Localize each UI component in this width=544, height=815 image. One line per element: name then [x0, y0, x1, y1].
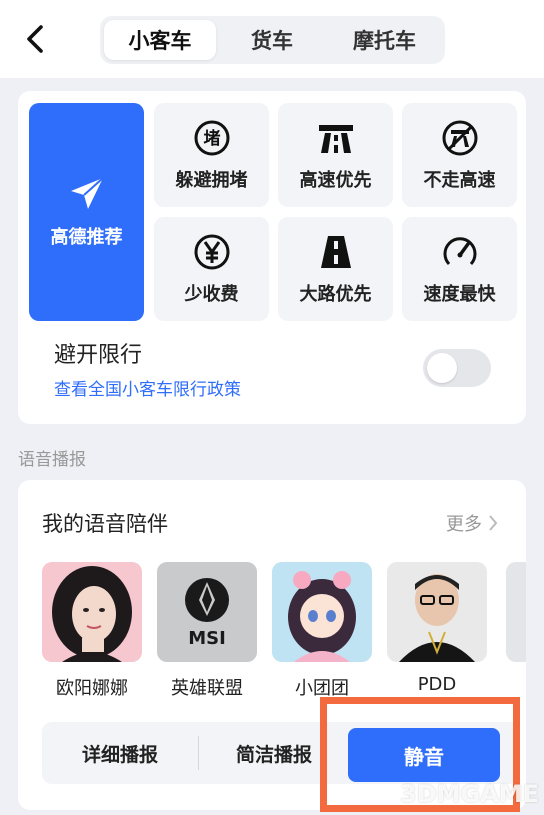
- voice-avatar-item[interactable]: 欧阳娜娜: [42, 562, 142, 700]
- watermark: 3DMGAME: [400, 780, 540, 808]
- avatar: MSI: [157, 562, 257, 662]
- svg-text:MSI: MSI: [188, 628, 226, 649]
- svg-text:堵: 堵: [203, 129, 220, 149]
- more-label: 更多: [446, 514, 482, 535]
- avatar: [387, 562, 487, 662]
- top-bar: 小客车 货车 摩托车: [0, 0, 544, 78]
- yuan-icon: [192, 232, 232, 272]
- avatar-partial: [506, 562, 526, 662]
- back-button[interactable]: [18, 22, 52, 56]
- option-label: 大路优先: [299, 284, 372, 305]
- avoid-restriction-toggle[interactable]: [423, 349, 491, 387]
- avatar-name: PDD: [417, 674, 457, 695]
- option-no-highway[interactable]: 不走高速: [402, 103, 517, 207]
- tab-motorcycle[interactable]: 摩托车: [328, 20, 441, 60]
- tab-car[interactable]: 小客车: [104, 20, 216, 60]
- avatar: [272, 562, 372, 662]
- route-preference-card: 高德推荐 堵 躲避拥堵 高速优先 不走高速 少收费 大路优先 速度最快 避开限行…: [18, 91, 526, 424]
- option-label: 不走高速: [423, 170, 496, 191]
- avatar-name: 英雄联盟: [171, 678, 243, 699]
- option-label: 高速优先: [299, 170, 372, 191]
- option-label: 速度最快: [423, 284, 496, 305]
- option-label: 躲避拥堵: [175, 170, 248, 191]
- avatar: [42, 562, 142, 662]
- congestion-icon: 堵: [192, 118, 232, 158]
- recommend-label: 高德推荐: [50, 227, 123, 248]
- voice-avatar-item[interactable]: 小团团: [272, 562, 372, 700]
- paper-plane-icon: [70, 177, 104, 209]
- recommend-button[interactable]: 高德推荐: [29, 103, 144, 321]
- option-avoid-congestion[interactable]: 堵 躲避拥堵: [154, 103, 269, 207]
- option-label: 少收费: [184, 284, 239, 305]
- voice-avatar-item[interactable]: MSI 英雄联盟: [157, 562, 257, 700]
- voice-avatar-item[interactable]: PDD: [387, 562, 487, 695]
- avoid-restriction-title: 避开限行: [54, 343, 143, 368]
- speedometer-icon: [440, 232, 480, 272]
- voice-section-label: 语音播报: [18, 450, 86, 470]
- chevron-left-icon: [27, 25, 43, 53]
- avatar-name: 欧阳娜娜: [56, 678, 128, 699]
- main-road-icon: [316, 232, 356, 272]
- no-highway-icon: [440, 118, 480, 158]
- option-main-road[interactable]: 大路优先: [278, 217, 393, 321]
- option-highway-first[interactable]: 高速优先: [278, 103, 393, 207]
- vehicle-tabs: 小客车 货车 摩托车: [100, 16, 445, 64]
- detailed-broadcast-button[interactable]: 详细播报: [42, 722, 198, 784]
- voice-title: 我的语音陪伴: [42, 512, 168, 536]
- highway-icon: [316, 118, 356, 158]
- option-less-toll[interactable]: 少收费: [154, 217, 269, 321]
- more-link[interactable]: 更多: [446, 510, 498, 536]
- toggle-knob: [427, 353, 457, 383]
- chevron-right-icon: [489, 515, 498, 531]
- restriction-policy-link[interactable]: 查看全国小客车限行政策: [54, 375, 241, 400]
- option-fastest[interactable]: 速度最快: [402, 217, 517, 321]
- tab-truck[interactable]: 货车: [218, 20, 326, 60]
